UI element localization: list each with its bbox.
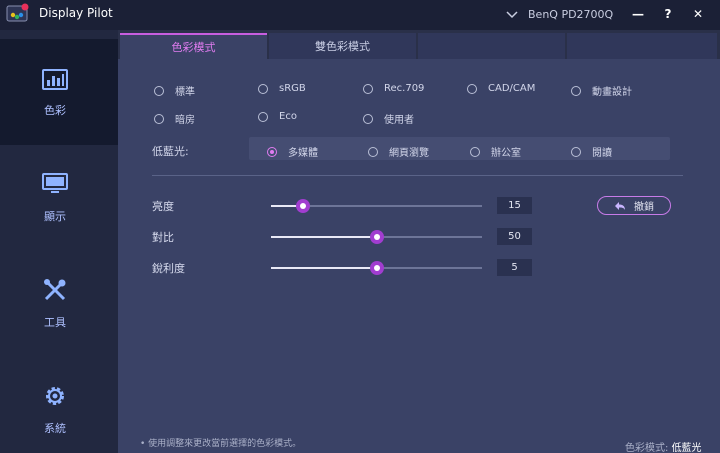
- monitor-name: BenQ PD2700Q: [528, 7, 614, 21]
- radio-web-browsing[interactable]: 網頁瀏覽: [368, 144, 429, 159]
- radio-animation[interactable]: 動畫設計: [571, 83, 632, 98]
- sidebar-item-display[interactable]: 顯示: [0, 145, 118, 251]
- slider-thumb[interactable]: [369, 261, 384, 275]
- radio-circle-selected: [267, 146, 277, 157]
- radio-standard[interactable]: 標準: [154, 83, 195, 98]
- tools-icon: [44, 279, 66, 301]
- radio-circle: [571, 146, 581, 157]
- minimize-button[interactable]: —: [627, 4, 649, 24]
- slider-fill: [271, 236, 377, 238]
- sidebar-item-label: 顯示: [44, 210, 66, 223]
- color-chart-icon: [42, 69, 68, 90]
- undo-button[interactable]: 撤銷: [597, 196, 671, 215]
- radio-circle: [470, 146, 480, 157]
- radio-office[interactable]: 辦公室: [470, 144, 521, 159]
- radio-srgb[interactable]: sRGB: [258, 83, 306, 94]
- radio-circle: [154, 113, 164, 124]
- brightness-label: 亮度: [152, 200, 174, 213]
- contrast-label: 對比: [152, 231, 174, 244]
- radio-circle: [368, 146, 378, 157]
- brightness-slider[interactable]: [271, 199, 482, 213]
- hint-text: • 使用調整來更改當前選擇的色彩模式。: [140, 439, 302, 449]
- radio-label: 動畫設計: [592, 87, 632, 98]
- radio-label: CAD/CAM: [488, 83, 536, 94]
- tab-empty-2: [567, 33, 717, 59]
- radio-label: 暗房: [175, 115, 195, 126]
- contrast-value[interactable]: 50: [497, 228, 532, 245]
- tab-empty-1: [418, 33, 565, 59]
- radio-label: 辦公室: [491, 148, 521, 159]
- gear-icon: [46, 387, 64, 405]
- sidebar: 色彩 顯示 工具 系統: [0, 30, 118, 453]
- radio-rec709[interactable]: Rec.709: [363, 83, 424, 94]
- sidebar-item-system[interactable]: 系統: [0, 357, 118, 453]
- sidebar-item-tools[interactable]: 工具: [0, 251, 118, 357]
- radio-reading[interactable]: 閱讀: [571, 144, 612, 159]
- tab-dual-color-mode[interactable]: 雙色彩模式: [269, 33, 416, 59]
- radio-eco[interactable]: Eco: [258, 111, 297, 122]
- radio-label: 多媒體: [288, 148, 318, 159]
- slider-thumb[interactable]: [295, 199, 310, 213]
- radio-circle: [154, 85, 164, 96]
- chevron-down-icon: [506, 11, 518, 19]
- divider: [152, 175, 683, 176]
- radio-circle: [363, 83, 373, 94]
- radio-label: 使用者: [384, 115, 414, 126]
- radio-label: 網頁瀏覽: [389, 148, 429, 159]
- status-label: 色彩模式:: [625, 443, 669, 453]
- radio-user[interactable]: 使用者: [363, 111, 414, 126]
- title-bar: Display Pilot BenQ PD2700Q — ? ✕: [0, 0, 720, 30]
- undo-label: 撤銷: [634, 202, 654, 213]
- radio-circle: [467, 83, 477, 94]
- status-value: 低藍光: [671, 443, 702, 453]
- tab-color-mode[interactable]: 色彩模式: [120, 33, 267, 59]
- radio-circle: [258, 83, 268, 94]
- monitor-selector[interactable]: BenQ PD2700Q: [504, 6, 613, 22]
- sharpness-slider[interactable]: [271, 261, 482, 275]
- radio-cadcam[interactable]: CAD/CAM: [467, 83, 535, 94]
- radio-label: sRGB: [279, 83, 306, 94]
- radio-label: 標準: [175, 87, 195, 98]
- radio-circle: [571, 85, 581, 96]
- display-pilot-logo-icon: [6, 3, 29, 22]
- main-panel: 色彩模式 雙色彩模式 標準 sRGB Rec.709 CAD/CAM 動畫設計 …: [118, 30, 720, 453]
- sharpness-label: 銳利度: [152, 262, 185, 275]
- slider-fill: [271, 267, 377, 269]
- sidebar-item-label: 系統: [44, 422, 66, 435]
- close-button[interactable]: ✕: [687, 4, 709, 24]
- sharpness-value[interactable]: 5: [497, 259, 532, 276]
- sidebar-item-color[interactable]: 色彩: [0, 39, 118, 145]
- undo-arrow-icon: [615, 201, 625, 210]
- radio-circle: [258, 111, 268, 122]
- contrast-slider[interactable]: [271, 230, 482, 244]
- sidebar-item-label: 色彩: [44, 104, 66, 117]
- radio-label: Eco: [279, 111, 297, 122]
- slider-thumb[interactable]: [369, 230, 384, 244]
- radio-darkroom[interactable]: 暗房: [154, 111, 195, 126]
- sidebar-item-label: 工具: [44, 316, 66, 329]
- radio-label: Rec.709: [384, 83, 425, 94]
- radio-multimedia[interactable]: 多媒體: [267, 144, 318, 159]
- app-title: Display Pilot: [39, 6, 113, 20]
- radio-circle: [363, 113, 373, 124]
- help-button[interactable]: ?: [657, 4, 679, 24]
- radio-label: 閱讀: [592, 148, 612, 159]
- brightness-value[interactable]: 15: [497, 197, 532, 214]
- monitor-icon: [42, 173, 68, 193]
- tab-bar: 色彩模式 雙色彩模式: [118, 30, 720, 59]
- low-blue-light-label: 低藍光:: [152, 145, 189, 158]
- status-text: 色彩模式: 低藍光: [625, 439, 702, 453]
